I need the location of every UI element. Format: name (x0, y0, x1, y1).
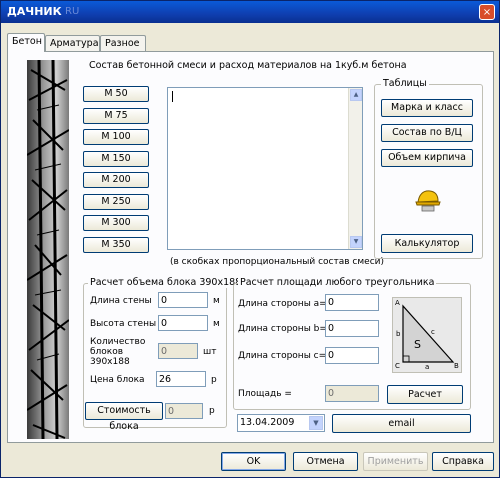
grade-m150-button[interactable]: М 150 (83, 151, 149, 167)
date-value: 13.04.2009 (240, 417, 295, 428)
wall-height-label: Высота стены (90, 319, 157, 329)
grade-m100-button[interactable]: М 100 (83, 129, 149, 145)
block-count-label-line2: блоков (90, 347, 124, 357)
window-title: ДАЧНИК (7, 5, 62, 18)
triangle-diagram: A C B b c a S (392, 297, 462, 373)
hardhat-icon (414, 186, 442, 214)
title-bar: ДАЧНИК RU × (1, 1, 499, 23)
side-c-diagram-label: c (431, 328, 435, 336)
grade-m250-button[interactable]: М 250 (83, 194, 149, 210)
email-button[interactable]: email (332, 414, 471, 433)
close-icon: × (482, 7, 492, 18)
block-count-label-line1: Количество (90, 337, 146, 347)
concrete-heading: Состав бетонной смеси и расход материало… (89, 60, 407, 71)
brick-volume-button[interactable]: Объем кирпича (381, 149, 473, 167)
triangle-group-title: Расчет площади любого треугольника (238, 277, 437, 288)
text-cursor (172, 91, 173, 102)
side-a-input[interactable]: 0 (325, 294, 379, 311)
vertex-c-label: C (395, 362, 400, 370)
main-window: ДАЧНИК RU × Бетон Арматура Разное Состав… (0, 0, 500, 478)
rebar-image-svg (27, 60, 69, 439)
block-count-output: 0 (158, 343, 198, 359)
area-output: 0 (325, 385, 379, 402)
mix-result-scrollbar[interactable]: ▲ ▼ (348, 88, 362, 249)
tab-armatura[interactable]: Арматура (45, 35, 100, 51)
scroll-down-icon[interactable]: ▼ (350, 236, 362, 248)
wall-length-label: Длина стены (90, 296, 152, 306)
grade-m350-button[interactable]: М 350 (83, 237, 149, 253)
block-count-unit: шт (203, 347, 217, 357)
wall-length-unit: м (213, 296, 220, 306)
tab-raznoe[interactable]: Разное (100, 35, 146, 51)
area-label: Площадь = (238, 389, 292, 399)
block-group-title: Расчет объема блока 390х188 (88, 277, 244, 288)
grade-m75-button[interactable]: М 75 (83, 108, 149, 124)
cancel-button[interactable]: Отмена (293, 452, 358, 471)
rebar-image (27, 60, 69, 439)
apply-button: Применить (363, 452, 428, 471)
block-count-label-line3: 390х188 (90, 357, 130, 367)
calculator-button[interactable]: Калькулятор (381, 234, 473, 253)
triangle-calc-button[interactable]: Расчет (387, 385, 463, 404)
watermark-text: RU (65, 6, 80, 17)
grade-m200-button[interactable]: М 200 (83, 172, 149, 188)
tab-beton[interactable]: Бетон (7, 33, 45, 52)
vertex-b-label: B (454, 362, 459, 370)
side-c-input[interactable]: 0 (325, 347, 379, 364)
vertex-a-label: A (395, 299, 400, 307)
side-a-diagram-label: a (425, 363, 430, 371)
block-cost-output: 0 (165, 403, 203, 419)
grade-class-button[interactable]: Марка и класс (381, 99, 473, 117)
block-price-label: Цена блока (90, 375, 145, 385)
block-count-label: Количество блоков 390х188 (90, 337, 145, 367)
date-picker[interactable]: 13.04.2009 ▼ (237, 414, 325, 432)
grade-m300-button[interactable]: М 300 (83, 215, 149, 231)
wall-height-unit: м (213, 319, 220, 329)
block-price-input[interactable]: 26 (156, 371, 206, 387)
wc-ratio-button[interactable]: Состав по В/Ц (381, 124, 473, 142)
ok-button[interactable]: OK (221, 452, 286, 471)
side-b-input[interactable]: 0 (325, 320, 379, 337)
wall-height-input[interactable]: 0 (158, 315, 208, 331)
block-cost-unit: р (209, 406, 215, 416)
help-button[interactable]: Справка (432, 452, 494, 471)
proportion-note: (в скобках пропорциональный состав смеси… (170, 257, 385, 267)
block-cost-button[interactable]: Стоимость блока (85, 402, 163, 432)
chevron-down-icon[interactable]: ▼ (309, 416, 323, 430)
mix-result-textarea[interactable]: ▲ ▼ (167, 87, 363, 250)
scroll-up-icon[interactable]: ▲ (350, 89, 362, 101)
wall-length-input[interactable]: 0 (158, 292, 208, 308)
tables-group-title: Таблицы (381, 78, 429, 89)
block-price-unit: р (211, 375, 217, 385)
grade-m50-button[interactable]: М 50 (83, 86, 149, 102)
side-a-label: Длина стороны а= (238, 299, 327, 309)
side-b-diagram-label: b (396, 330, 401, 338)
close-button[interactable]: × (479, 4, 495, 20)
area-s-diagram-label: S (414, 338, 421, 351)
side-c-label: Длина стороны с= (238, 351, 327, 361)
side-b-label: Длина стороны b= (238, 324, 327, 334)
